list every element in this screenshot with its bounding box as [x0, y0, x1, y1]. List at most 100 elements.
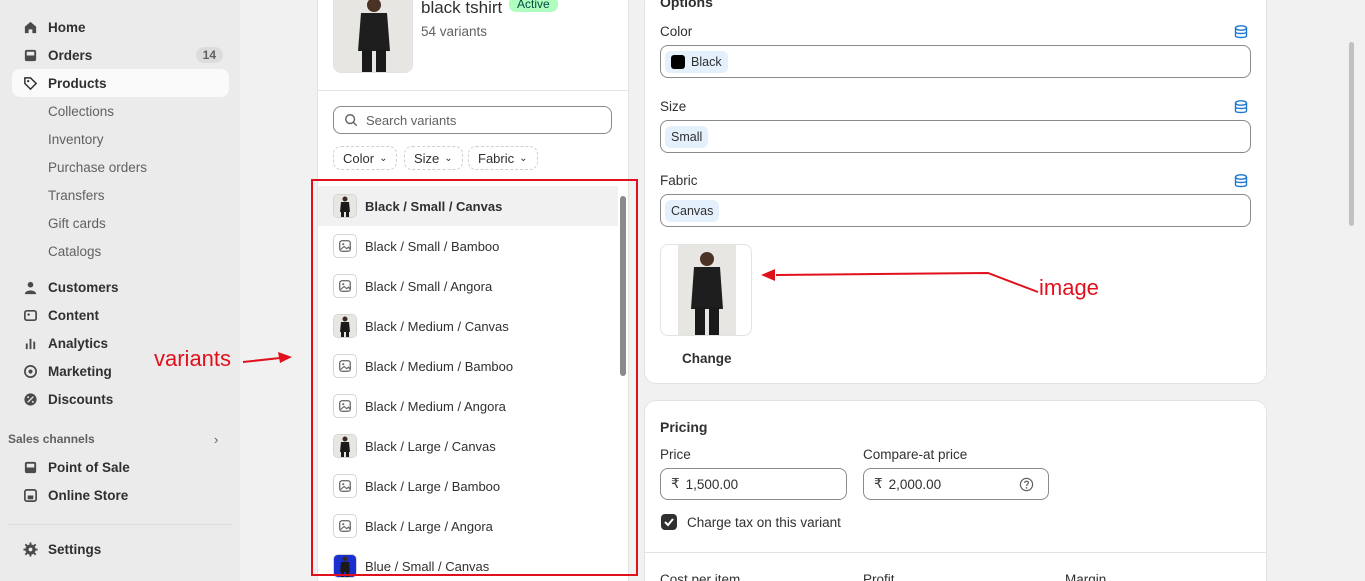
chevron-down-icon: ⌄ — [379, 152, 388, 164]
size-field[interactable]: Small — [660, 120, 1251, 153]
nav-inventory[interactable]: Inventory — [48, 132, 104, 147]
nav-discounts[interactable]: Discounts — [12, 385, 229, 413]
fabric-tag[interactable]: Canvas — [665, 199, 720, 222]
charge-tax-label: Charge tax on this variant — [687, 515, 841, 530]
help-icon[interactable] — [1019, 477, 1034, 492]
tag-icon — [22, 75, 38, 91]
inbox-icon — [22, 47, 38, 63]
person-icon — [22, 279, 38, 295]
nav-online-store[interactable]: Online Store — [12, 481, 229, 509]
price-label: Price — [660, 447, 691, 462]
filter-color[interactable]: Color ⌄ — [333, 146, 398, 170]
nav-point-of-sale[interactable]: Point of Sale — [12, 453, 229, 481]
compare-at-price-input[interactable]: ₹ 2,000.00 — [863, 468, 1049, 500]
fabric-field[interactable]: Canvas — [660, 194, 1251, 227]
bar-chart-icon — [22, 335, 38, 351]
discount-icon — [22, 391, 38, 407]
search-icon — [345, 114, 358, 127]
size-tag[interactable]: Small — [665, 125, 709, 148]
fabric-label: Fabric — [660, 173, 698, 188]
change-image-button[interactable]: Change — [682, 351, 732, 366]
filter-color-label: Color — [343, 150, 375, 166]
color-tag[interactable]: Black — [665, 50, 728, 73]
nav-home[interactable]: Home — [12, 13, 229, 41]
variant-photo — [678, 245, 736, 335]
nav-orders-label: Orders — [48, 47, 93, 63]
variant-count: 54 variants — [421, 24, 488, 39]
pricing-heading: Pricing — [660, 419, 708, 435]
gear-icon — [22, 541, 38, 557]
color-swatch — [671, 54, 685, 69]
color-field[interactable]: Black — [660, 45, 1251, 78]
nav-collections[interactable]: Collections — [48, 104, 114, 119]
nav-home-label: Home — [48, 19, 86, 35]
nav-transfers[interactable]: Transfers — [48, 188, 105, 203]
variants-highlight-box — [311, 179, 638, 576]
sidebar-divider — [8, 524, 232, 525]
nav-analytics-label: Analytics — [48, 335, 109, 351]
size-label: Size — [660, 99, 687, 114]
nav-content[interactable]: Content — [12, 301, 229, 329]
nav-settings[interactable]: Settings — [12, 535, 229, 563]
color-value: Black — [691, 54, 722, 69]
image-arrow — [761, 269, 1039, 293]
nav-content-label: Content — [48, 307, 99, 323]
nav-marketing-label: Marketing — [48, 363, 112, 379]
divider — [645, 552, 1266, 553]
nav-pos-label: Point of Sale — [48, 459, 130, 475]
chevron-down-icon: ⌄ — [444, 152, 453, 164]
nav-gift-cards[interactable]: Gift cards — [48, 216, 106, 231]
product-thumbnail[interactable] — [333, 0, 413, 73]
nav-discounts-label: Discounts — [48, 391, 114, 407]
variants-arrow — [242, 352, 292, 363]
chevron-down-icon: ⌄ — [519, 152, 528, 164]
currency-symbol: ₹ — [671, 476, 680, 491]
page-scrollbar[interactable] — [1349, 42, 1354, 226]
compare-at-price-label: Compare-at price — [863, 447, 968, 462]
image-icon — [22, 307, 38, 323]
status-badge: Active — [509, 0, 558, 12]
currency-symbol: ₹ — [874, 476, 883, 491]
color-label: Color — [660, 24, 693, 39]
nav-products-label: Products — [48, 75, 107, 91]
nav-settings-label: Settings — [48, 541, 102, 557]
nav-online-store-label: Online Store — [48, 487, 129, 503]
price-value: 1,500.00 — [685, 476, 739, 492]
profit-label: Profit — [863, 572, 895, 581]
database-icon[interactable] — [1233, 99, 1249, 115]
filter-size-label: Size — [414, 150, 440, 166]
variant-image[interactable] — [660, 244, 752, 336]
nav-customers-label: Customers — [48, 279, 119, 295]
orders-count-badge: 14 — [195, 47, 223, 63]
filter-fabric[interactable]: Fabric ⌄ — [468, 146, 538, 170]
margin-label: Margin — [1065, 572, 1107, 581]
chevron-right-icon[interactable]: › — [214, 432, 218, 447]
home-icon — [22, 19, 38, 35]
product-title: black tshirt — [421, 0, 503, 17]
nav-catalogs[interactable]: Catalogs — [48, 244, 101, 259]
divider — [318, 90, 628, 91]
nav-purchase-orders[interactable]: Purchase orders — [48, 160, 147, 175]
options-heading: Options — [660, 0, 713, 10]
checkmark-icon — [664, 518, 674, 527]
compare-at-price-value: 2,000.00 — [888, 476, 942, 492]
search-variants-input[interactable] — [366, 112, 596, 128]
search-variants-field[interactable] — [333, 106, 612, 134]
product-photo — [334, 0, 412, 72]
filter-size[interactable]: Size ⌄ — [404, 146, 463, 170]
charge-tax-checkbox[interactable] — [661, 514, 677, 530]
nav-customers[interactable]: Customers — [12, 273, 229, 301]
image-annotation: image — [1039, 275, 1099, 300]
nav-products[interactable]: Products — [12, 69, 229, 97]
pos-icon — [22, 459, 38, 475]
variants-annotation: variants — [154, 346, 232, 371]
nav-orders[interactable]: Orders 14 — [12, 41, 229, 69]
price-input[interactable]: ₹ 1,500.00 — [660, 468, 847, 500]
database-icon[interactable] — [1233, 173, 1249, 189]
filter-fabric-label: Fabric — [478, 150, 515, 166]
cost-per-item-label: Cost per item — [660, 572, 741, 581]
sidebar: Home Orders 14 Products Collections Inve… — [0, 0, 240, 581]
database-icon[interactable] — [1233, 24, 1249, 40]
store-icon — [22, 487, 38, 503]
target-icon — [22, 363, 38, 379]
